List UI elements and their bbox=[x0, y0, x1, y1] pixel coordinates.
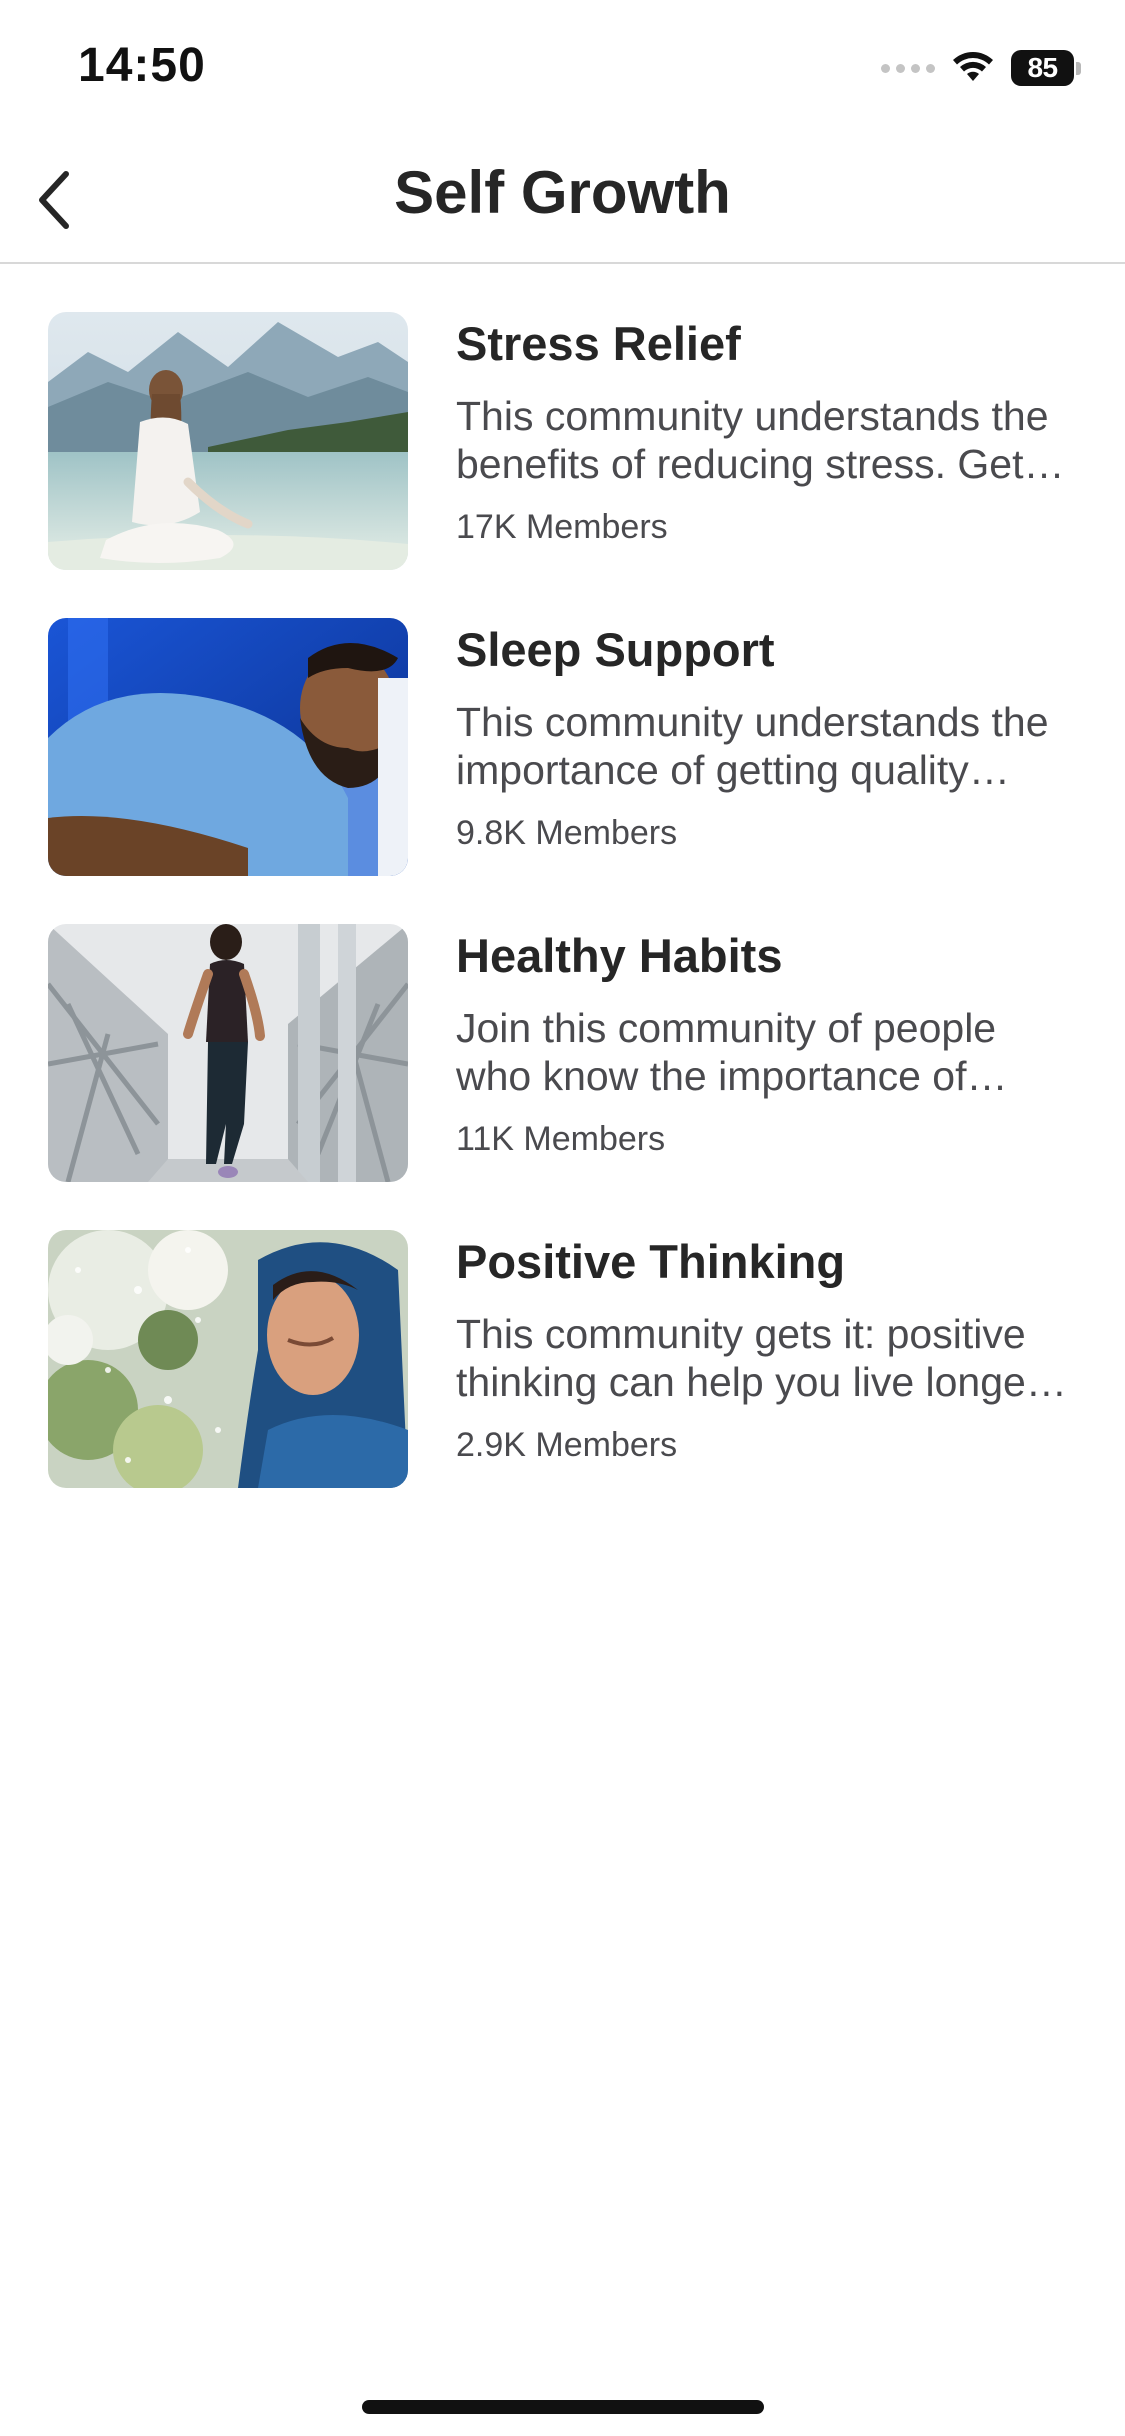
nav-bar: Self Growth bbox=[0, 140, 1125, 264]
community-item-healthy-habits[interactable]: Healthy Habits Join this community of pe… bbox=[0, 922, 1125, 1228]
community-title: Healthy Habits bbox=[456, 929, 783, 982]
community-description: This community understands the importanc… bbox=[456, 699, 1049, 794]
community-item-text: Sleep Support This community understands… bbox=[456, 616, 1076, 853]
community-item-text: Stress Relief This community understands… bbox=[456, 310, 1076, 547]
community-item-positive-thinking[interactable]: Positive Thinking This community gets it… bbox=[0, 1228, 1125, 1534]
community-list: Stress Relief This community understands… bbox=[0, 310, 1125, 1534]
community-description: Join this community of people who know t… bbox=[456, 1005, 997, 1100]
community-item-stress-relief[interactable]: Stress Relief This community understands… bbox=[0, 310, 1125, 616]
status-bar: 14:50 85 bbox=[0, 0, 1125, 140]
member-count: 17K Members bbox=[456, 508, 668, 547]
page-title: Self Growth bbox=[394, 159, 731, 226]
status-icons: 85 bbox=[881, 46, 1081, 90]
battery-icon: 85 bbox=[1011, 50, 1081, 86]
community-title: Stress Relief bbox=[456, 317, 741, 370]
wifi-icon bbox=[951, 51, 995, 85]
cellular-signal-icon bbox=[881, 63, 935, 73]
community-title: Sleep Support bbox=[456, 623, 775, 676]
woman-running-on-bridge-image bbox=[48, 924, 408, 1182]
man-sleeping-on-pillow-image bbox=[48, 618, 408, 876]
community-description: This community gets it: positive thinkin… bbox=[456, 1311, 1040, 1406]
woman-meditating-by-lake-image bbox=[48, 312, 408, 570]
member-count: 2.9K Members bbox=[456, 1426, 678, 1465]
community-description: This community understands the benefits … bbox=[456, 393, 1049, 488]
man-smiling-in-rain-image bbox=[48, 1230, 408, 1488]
member-count: 11K Members bbox=[456, 1120, 666, 1159]
community-item-sleep-support[interactable]: Sleep Support This community understands… bbox=[0, 616, 1125, 922]
community-item-text: Positive Thinking This community gets it… bbox=[456, 1228, 1076, 1465]
community-title: Positive Thinking bbox=[456, 1235, 846, 1288]
community-item-text: Healthy Habits Join this community of pe… bbox=[456, 922, 1076, 1159]
battery-level: 85 bbox=[1011, 50, 1075, 86]
home-indicator[interactable] bbox=[362, 2400, 764, 2414]
member-count: 9.8K Members bbox=[456, 814, 678, 853]
status-time: 14:50 bbox=[78, 39, 206, 92]
